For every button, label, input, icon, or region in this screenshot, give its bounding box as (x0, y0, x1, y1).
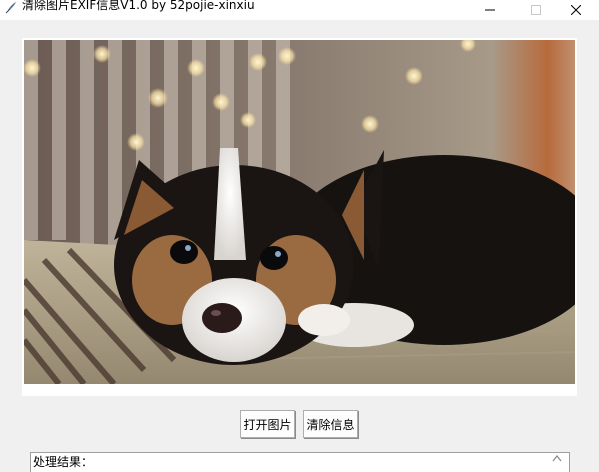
result-label: 处理结果： (33, 455, 94, 469)
title-bar: 清除图片EXIF信息V1.0 by 52pojie-xinxiu (0, 0, 599, 20)
close-button[interactable] (553, 0, 599, 20)
clear-info-button[interactable]: 清除信息 (303, 410, 358, 438)
close-icon (571, 5, 581, 15)
minimize-button[interactable] (467, 0, 513, 20)
open-image-button[interactable]: 打开图片 (240, 410, 295, 438)
result-output[interactable]: 处理结果： (30, 452, 570, 472)
puppy-photo (24, 40, 575, 384)
maximize-icon (531, 5, 541, 15)
image-preview (22, 38, 577, 396)
minimize-icon (485, 9, 495, 11)
window-title: 清除图片EXIF信息V1.0 by 52pojie-xinxiu (22, 0, 255, 12)
feather-icon (5, 2, 16, 14)
